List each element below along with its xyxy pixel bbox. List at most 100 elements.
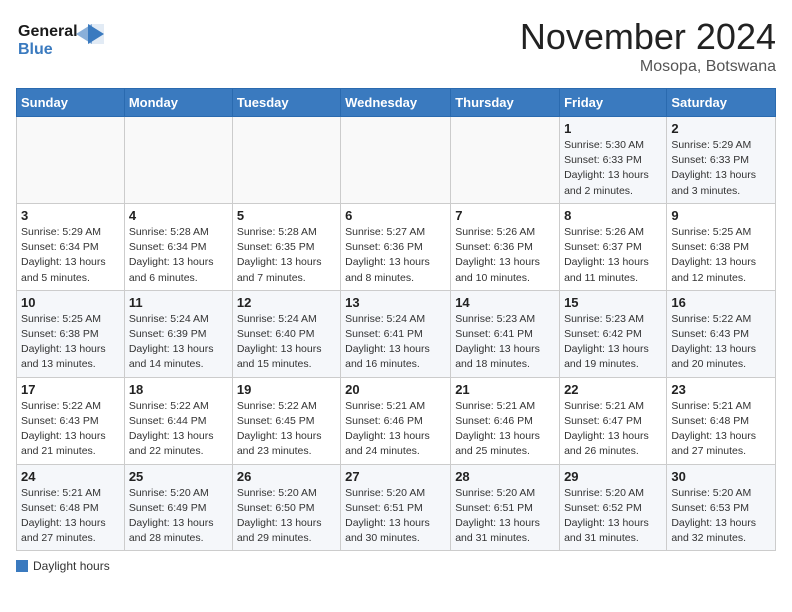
calendar-cell: 1 Sunrise: 5:30 AMSunset: 6:33 PMDaylight… — [560, 117, 667, 204]
svg-text:General: General — [18, 23, 78, 40]
day-detail: Sunrise: 5:21 AMSunset: 6:46 PMDaylight:… — [345, 399, 446, 460]
weekday-header-friday: Friday — [560, 89, 667, 117]
calendar-cell: 18 Sunrise: 5:22 AMSunset: 6:44 PMDayligh… — [124, 377, 232, 464]
day-detail: Sunrise: 5:20 AMSunset: 6:52 PMDaylight:… — [564, 486, 662, 547]
calendar-cell: 8 Sunrise: 5:26 AMSunset: 6:37 PMDaylight… — [560, 203, 667, 290]
month-title: November 2024 — [520, 16, 776, 58]
day-detail: Sunrise: 5:24 AMSunset: 6:40 PMDaylight:… — [237, 312, 336, 373]
day-detail: Sunrise: 5:29 AMSunset: 6:33 PMDaylight:… — [671, 138, 771, 199]
day-number: 12 — [237, 295, 336, 310]
calendar-cell: 22Sunrise: 5:21 AMSunset: 6:47 PMDayligh… — [560, 377, 667, 464]
day-number: 28 — [455, 469, 555, 484]
calendar-cell: 16 Sunrise: 5:22 AMSunset: 6:43 PMDayligh… — [667, 290, 776, 377]
calendar-cell: 3 Sunrise: 5:29 AMSunset: 6:34 PMDaylight… — [17, 203, 125, 290]
day-detail: Sunrise: 5:27 AMSunset: 6:36 PMDaylight:… — [345, 225, 446, 286]
calendar-cell: 30 Sunrise: 5:20 AMSunset: 6:53 PMDayligh… — [667, 464, 776, 551]
svg-text:Blue: Blue — [18, 41, 53, 58]
day-detail: Sunrise: 5:26 AMSunset: 6:37 PMDaylight:… — [564, 225, 662, 286]
day-number: 19 — [237, 382, 336, 397]
header: General Blue November 2024 Mosopa, Botsw… — [16, 16, 776, 76]
weekday-header-row: SundayMondayTuesdayWednesdayThursdayFrid… — [17, 89, 776, 117]
calendar-cell: 26 Sunrise: 5:20 AMSunset: 6:50 PMDayligh… — [232, 464, 340, 551]
day-detail: Sunrise: 5:22 AMSunset: 6:43 PMDaylight:… — [671, 312, 771, 373]
day-detail: Sunrise: 5:28 AMSunset: 6:34 PMDaylight:… — [129, 225, 228, 286]
calendar-cell: 28 Sunrise: 5:20 AMSunset: 6:51 PMDayligh… — [451, 464, 560, 551]
day-detail: Sunrise: 5:24 AMSunset: 6:41 PMDaylight:… — [345, 312, 446, 373]
day-number: 20 — [345, 382, 446, 397]
day-detail: Sunrise: 5:25 AMSunset: 6:38 PMDaylight:… — [671, 225, 771, 286]
day-detail: Sunrise: 5:25 AMSunset: 6:38 PMDaylight:… — [21, 312, 120, 373]
day-detail: Sunrise: 5:20 AMSunset: 6:51 PMDaylight:… — [345, 486, 446, 547]
location-title: Mosopa, Botswana — [520, 58, 776, 76]
day-detail: Sunrise: 5:28 AMSunset: 6:35 PMDaylight:… — [237, 225, 336, 286]
day-number: 3 — [21, 208, 120, 223]
calendar-cell: 29Sunrise: 5:20 AMSunset: 6:52 PMDayligh… — [560, 464, 667, 551]
day-detail: Sunrise: 5:29 AMSunset: 6:34 PMDaylight:… — [21, 225, 120, 286]
day-number: 22 — [564, 382, 662, 397]
day-number: 14 — [455, 295, 555, 310]
calendar-cell: 7Sunrise: 5:26 AMSunset: 6:36 PMDaylight… — [451, 203, 560, 290]
calendar-week-row: 24Sunrise: 5:21 AMSunset: 6:48 PMDayligh… — [17, 464, 776, 551]
day-detail: Sunrise: 5:20 AMSunset: 6:53 PMDaylight:… — [671, 486, 771, 547]
day-detail: Sunrise: 5:21 AMSunset: 6:48 PMDaylight:… — [21, 486, 120, 547]
calendar-cell: 13 Sunrise: 5:24 AMSunset: 6:41 PMDayligh… — [341, 290, 451, 377]
day-number: 23 — [671, 382, 771, 397]
calendar-cell: 9 Sunrise: 5:25 AMSunset: 6:38 PMDaylight… — [667, 203, 776, 290]
day-number: 5 — [237, 208, 336, 223]
weekday-header-saturday: Saturday — [667, 89, 776, 117]
calendar-cell: 11 Sunrise: 5:24 AMSunset: 6:39 PMDayligh… — [124, 290, 232, 377]
calendar-cell: 14 Sunrise: 5:23 AMSunset: 6:41 PMDayligh… — [451, 290, 560, 377]
day-number: 1 — [564, 121, 662, 136]
logo: General Blue — [16, 16, 106, 69]
calendar-table: SundayMondayTuesdayWednesdayThursdayFrid… — [16, 88, 776, 551]
calendar-cell: 25 Sunrise: 5:20 AMSunset: 6:49 PMDayligh… — [124, 464, 232, 551]
day-number: 16 — [671, 295, 771, 310]
weekday-header-sunday: Sunday — [17, 89, 125, 117]
day-detail: Sunrise: 5:20 AMSunset: 6:51 PMDaylight:… — [455, 486, 555, 547]
calendar-cell: 20 Sunrise: 5:21 AMSunset: 6:46 PMDayligh… — [341, 377, 451, 464]
day-number: 9 — [671, 208, 771, 223]
day-detail: Sunrise: 5:24 AMSunset: 6:39 PMDaylight:… — [129, 312, 228, 373]
day-detail: Sunrise: 5:22 AMSunset: 6:44 PMDaylight:… — [129, 399, 228, 460]
calendar-cell — [124, 117, 232, 204]
day-number: 27 — [345, 469, 446, 484]
weekday-header-thursday: Thursday — [451, 89, 560, 117]
day-detail: Sunrise: 5:23 AMSunset: 6:42 PMDaylight:… — [564, 312, 662, 373]
calendar-body: 1 Sunrise: 5:30 AMSunset: 6:33 PMDaylight… — [17, 117, 776, 551]
day-detail: Sunrise: 5:23 AMSunset: 6:41 PMDaylight:… — [455, 312, 555, 373]
legend-color-swatch — [16, 560, 28, 572]
calendar-cell: 24Sunrise: 5:21 AMSunset: 6:48 PMDayligh… — [17, 464, 125, 551]
calendar-cell: 6Sunrise: 5:27 AMSunset: 6:36 PMDaylight… — [341, 203, 451, 290]
calendar-cell: 19Sunrise: 5:22 AMSunset: 6:45 PMDayligh… — [232, 377, 340, 464]
calendar-cell: 15 Sunrise: 5:23 AMSunset: 6:42 PMDayligh… — [560, 290, 667, 377]
legend-area: Daylight hours — [16, 559, 776, 573]
daylight-legend: Daylight hours — [16, 559, 110, 573]
day-number: 18 — [129, 382, 228, 397]
day-detail: Sunrise: 5:20 AMSunset: 6:49 PMDaylight:… — [129, 486, 228, 547]
day-detail: Sunrise: 5:20 AMSunset: 6:50 PMDaylight:… — [237, 486, 336, 547]
day-number: 11 — [129, 295, 228, 310]
calendar-week-row: 17Sunrise: 5:22 AMSunset: 6:43 PMDayligh… — [17, 377, 776, 464]
weekday-header-wednesday: Wednesday — [341, 89, 451, 117]
calendar-cell: 21Sunrise: 5:21 AMSunset: 6:46 PMDayligh… — [451, 377, 560, 464]
weekday-header-tuesday: Tuesday — [232, 89, 340, 117]
day-number: 25 — [129, 469, 228, 484]
day-detail: Sunrise: 5:30 AMSunset: 6:33 PMDaylight:… — [564, 138, 662, 199]
calendar-week-row: 3 Sunrise: 5:29 AMSunset: 6:34 PMDaylight… — [17, 203, 776, 290]
calendar-cell — [451, 117, 560, 204]
day-detail: Sunrise: 5:22 AMSunset: 6:43 PMDaylight:… — [21, 399, 120, 460]
calendar-cell: 5 Sunrise: 5:28 AMSunset: 6:35 PMDaylight… — [232, 203, 340, 290]
calendar-header: SundayMondayTuesdayWednesdayThursdayFrid… — [17, 89, 776, 117]
day-number: 8 — [564, 208, 662, 223]
day-number: 15 — [564, 295, 662, 310]
day-number: 26 — [237, 469, 336, 484]
calendar-cell: 4Sunrise: 5:28 AMSunset: 6:34 PMDaylight… — [124, 203, 232, 290]
day-number: 30 — [671, 469, 771, 484]
day-number: 2 — [671, 121, 771, 136]
logo-area: General Blue — [16, 16, 106, 69]
day-number: 7 — [455, 208, 555, 223]
title-area: November 2024 Mosopa, Botswana — [520, 16, 776, 76]
calendar-cell: 2 Sunrise: 5:29 AMSunset: 6:33 PMDaylight… — [667, 117, 776, 204]
day-number: 13 — [345, 295, 446, 310]
calendar-cell: 17Sunrise: 5:22 AMSunset: 6:43 PMDayligh… — [17, 377, 125, 464]
